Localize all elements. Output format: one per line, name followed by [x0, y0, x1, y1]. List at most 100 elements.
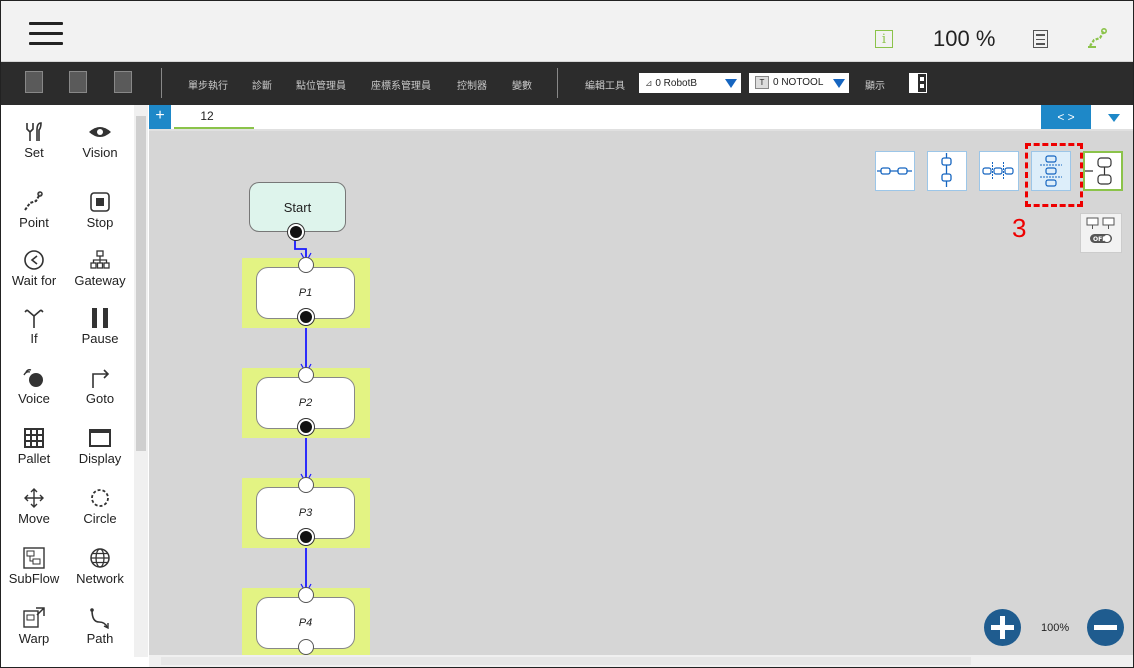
new-file-icon[interactable]: [25, 71, 43, 93]
info-icon[interactable]: i: [875, 30, 893, 48]
stop-icon: [67, 189, 133, 215]
palette-vision[interactable]: Vision: [67, 119, 133, 160]
tab-menu-button[interactable]: [1095, 105, 1133, 129]
layout-horizontal-button[interactable]: [875, 151, 915, 191]
palette-label: Stop: [86, 215, 114, 230]
palette-stop[interactable]: Stop: [67, 189, 133, 230]
palette-voice[interactable]: Voice: [1, 365, 67, 406]
vertical-layout-icon: [941, 153, 952, 187]
subflow-icon: [1, 545, 67, 571]
tab-scroll-arrows[interactable]: < >: [1041, 105, 1091, 129]
palette-if[interactable]: If: [1, 305, 67, 346]
add-tab-button[interactable]: +: [149, 105, 171, 129]
palette-label: Goto: [85, 391, 115, 406]
plus-icon: [991, 616, 1014, 639]
warp-icon: [1, 605, 67, 631]
hamburger-menu-icon[interactable]: [29, 22, 63, 45]
chevron-down-icon: [1108, 114, 1120, 122]
tab-12[interactable]: 12: [174, 105, 254, 129]
palette-label: Vision: [82, 145, 118, 160]
toolbar-step-run[interactable]: 單步執行: [188, 77, 228, 92]
save-file-icon[interactable]: [114, 71, 132, 93]
node-input-port[interactable]: [298, 257, 314, 273]
palette-gateway[interactable]: Gateway: [67, 247, 133, 288]
palette-path[interactable]: Path: [67, 605, 133, 646]
flow-tab-bar: + 12 < >: [149, 105, 1133, 131]
robot-base-dropdown[interactable]: ⊿ 0 RobotB: [639, 73, 741, 93]
auto-layout-toggle[interactable]: OFF: [1080, 213, 1122, 253]
palette-scroll-thumb[interactable]: [136, 116, 146, 451]
toolbar-coordinate-manager[interactable]: 座標系管理員: [371, 77, 431, 92]
robot-arm-icon: [1, 189, 67, 215]
toolbar-controller[interactable]: 控制器: [457, 77, 487, 92]
palette-label: If: [30, 331, 38, 346]
flow-canvas[interactable]: Start P1 P2 P3 P4 3 OFF 100%: [149, 131, 1133, 658]
palette-set[interactable]: Set: [1, 119, 67, 160]
palette-label: Point: [19, 215, 49, 230]
palette-pause[interactable]: Pause: [67, 305, 133, 346]
palette-network[interactable]: Network: [67, 545, 133, 586]
palette-point[interactable]: Point: [1, 189, 67, 230]
node-output-port[interactable]: [298, 639, 314, 655]
node-input-port[interactable]: [298, 367, 314, 383]
node-output-port[interactable]: [298, 309, 314, 325]
voice-icon: [1, 365, 67, 391]
node-input-port[interactable]: [298, 587, 314, 603]
tool-value: 0 NOTOOL: [773, 77, 824, 88]
robot-base-value: 0 RobotB: [655, 78, 698, 89]
start-output-port[interactable]: [288, 224, 304, 240]
palette-move[interactable]: Move: [1, 485, 67, 526]
palette-warp[interactable]: Warp: [1, 605, 67, 646]
main-toolbar: 單步執行 診斷 點位管理員 座標系管理員 控制器 變數 編輯工具 ⊿ 0 Rob…: [1, 62, 1133, 105]
toolbar-divider: [161, 68, 162, 98]
wrench-icon: [1, 119, 67, 145]
toolbar-point-manager[interactable]: 點位管理員: [296, 77, 346, 92]
palette-goto[interactable]: Goto: [67, 365, 133, 406]
palette-pallet[interactable]: Pallet: [1, 425, 67, 466]
horizontal-layout-icon: [877, 167, 912, 175]
tool-dropdown[interactable]: T 0 NOTOOL: [749, 73, 849, 93]
clock-icon: [1, 247, 67, 273]
layout-vertical-button[interactable]: [927, 151, 967, 191]
node-output-port[interactable]: [298, 529, 314, 545]
node-output-port[interactable]: [298, 419, 314, 435]
layout-fit-button[interactable]: [1083, 151, 1123, 191]
step-callout-number: 3: [1012, 213, 1027, 243]
palette-label: Pause: [81, 331, 119, 346]
toggle-off-icon: OFF: [1086, 217, 1115, 243]
open-file-icon[interactable]: [69, 71, 87, 93]
layout-horizontal-grouped-button[interactable]: [979, 151, 1019, 191]
toolbar-variables[interactable]: 變數: [512, 77, 532, 92]
palette-wait-for[interactable]: Wait for: [1, 247, 67, 288]
toggle-label: OFF: [1093, 236, 1106, 243]
globe-icon: [67, 545, 133, 571]
palette-label: Path: [86, 631, 114, 646]
document-icon[interactable]: [1033, 30, 1048, 48]
palette-display[interactable]: Display: [67, 425, 133, 466]
palette-label: SubFlow: [8, 571, 60, 586]
canvas-scroll-thumb[interactable]: [161, 657, 971, 665]
chevron-down-icon: [725, 79, 737, 88]
base-icon: ⊿: [645, 78, 653, 88]
app-window: i 100 % 單步執行 診斷 點位管理員 座標系管理員 控制器 變數 編輯工具…: [0, 0, 1134, 668]
zoom-in-button[interactable]: [984, 609, 1021, 646]
grid-icon: [1, 425, 67, 451]
palette-label: Network: [76, 571, 124, 586]
robot-arm-icon[interactable]: [1086, 26, 1110, 50]
move-arrows-icon: [1, 485, 67, 511]
zoom-out-button[interactable]: [1087, 609, 1124, 646]
palette-label: Wait for: [11, 273, 57, 288]
node-input-port[interactable]: [298, 477, 314, 493]
hierarchy-icon: [67, 247, 133, 273]
palette-subflow[interactable]: SubFlow: [1, 545, 67, 586]
palette-label: Circle: [83, 511, 117, 526]
goto-arrow-icon: [67, 365, 133, 391]
toolbar-edit-tools[interactable]: 編輯工具: [585, 77, 625, 92]
toolbar-display[interactable]: 顯示: [865, 77, 885, 92]
toolbar-diagnose[interactable]: 診斷: [252, 77, 272, 92]
panel-layout-icon[interactable]: [909, 73, 927, 93]
palette-label: Pallet: [17, 451, 51, 466]
top-header: i 100 %: [1, 1, 1133, 62]
speed-percentage[interactable]: 100 %: [933, 26, 995, 52]
palette-circle[interactable]: Circle: [67, 485, 133, 526]
